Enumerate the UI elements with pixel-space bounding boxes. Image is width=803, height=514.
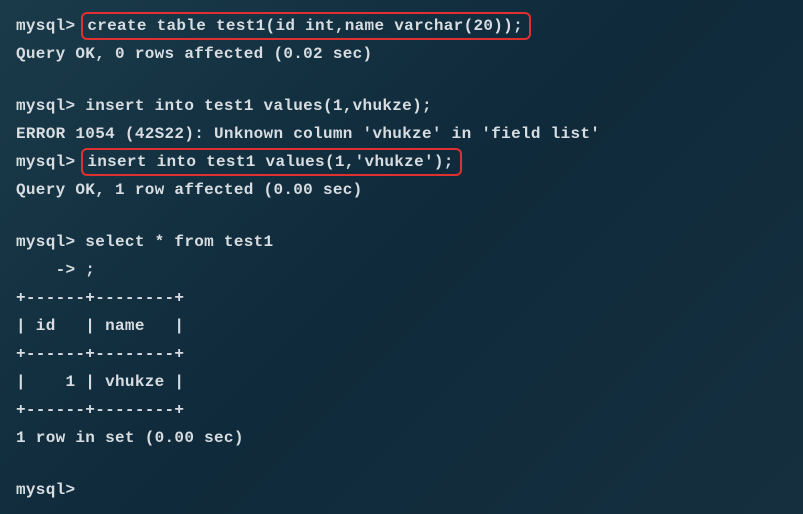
terminal-line-continuation: -> ;	[16, 256, 787, 284]
blank-line	[16, 204, 787, 228]
terminal-line: 1 row in set (0.00 sec)	[16, 424, 787, 452]
terminal-line: mysql> create table test1(id int,name va…	[16, 12, 787, 40]
mysql-prompt: mysql>	[16, 97, 85, 115]
sql-command: create table test1(id int,name varchar(2…	[87, 17, 523, 35]
terminal-line: Query OK, 0 rows affected (0.02 sec)	[16, 40, 787, 68]
terminal-line: mysql> insert into test1 values(1,vhukze…	[16, 92, 787, 120]
blank-line	[16, 68, 787, 92]
terminal-line-partial: mysql>	[16, 476, 787, 504]
mysql-prompt: mysql>	[16, 17, 85, 35]
terminal-line: Query OK, 1 row affected (0.00 sec)	[16, 176, 787, 204]
terminal-line: mysql> select * from test1	[16, 228, 787, 256]
blank-line	[16, 452, 787, 476]
mysql-prompt: mysql>	[16, 153, 85, 171]
table-border: +------+--------+	[16, 284, 787, 312]
sql-command: insert into test1 values(1,'vhukze');	[87, 153, 453, 171]
highlighted-command-insert: insert into test1 values(1,'vhukze');	[81, 148, 461, 176]
terminal-line: mysql> insert into test1 values(1,'vhukz…	[16, 148, 787, 176]
table-header: | id | name |	[16, 312, 787, 340]
table-row: | 1 | vhukze |	[16, 368, 787, 396]
table-border: +------+--------+	[16, 340, 787, 368]
terminal-line-error: ERROR 1054 (42S22): Unknown column 'vhuk…	[16, 120, 787, 148]
sql-command: insert into test1 values(1,vhukze);	[85, 97, 432, 115]
highlighted-command-create-table: create table test1(id int,name varchar(2…	[81, 12, 531, 40]
table-border: +------+--------+	[16, 396, 787, 424]
